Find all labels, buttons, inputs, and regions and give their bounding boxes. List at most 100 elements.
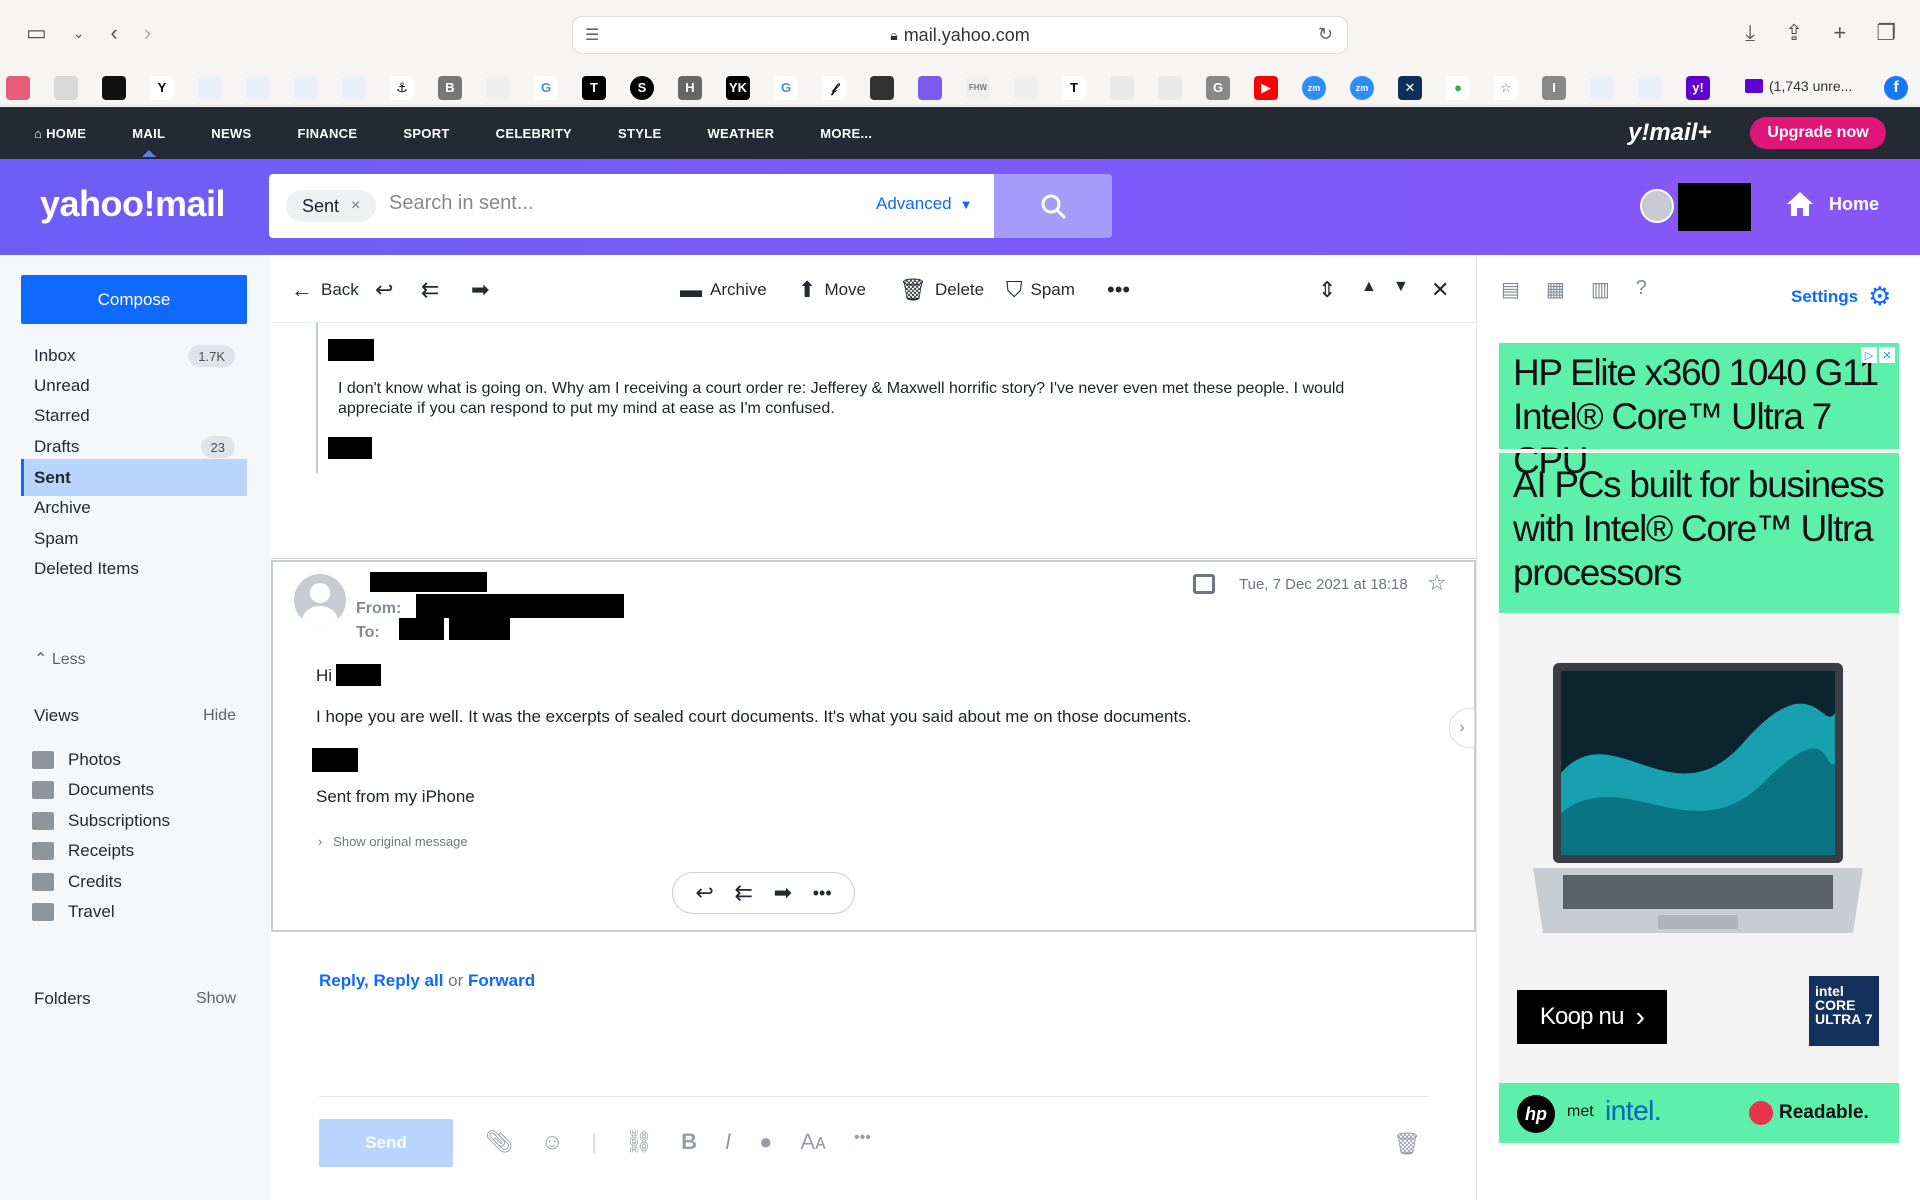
expand-icon[interactable]: ⇕ xyxy=(1318,279,1336,301)
download-icon[interactable]: ⤓ xyxy=(1745,20,1755,46)
back-nav-icon[interactable]: ‹ xyxy=(111,20,118,46)
bookmark-icon[interactable]: G xyxy=(1206,75,1230,100)
bookmark-icon[interactable]: I xyxy=(1542,75,1566,100)
reply-all-icon[interactable]: ⇇ xyxy=(734,880,752,906)
bookmark-icon[interactable]: S xyxy=(630,75,654,100)
search-button[interactable] xyxy=(994,174,1112,238)
view-item-credits[interactable]: Credits xyxy=(32,867,122,897)
chip-remove-icon[interactable]: × xyxy=(351,197,360,215)
star-icon[interactable]: ☆ xyxy=(1427,570,1447,596)
forward-nav-icon[interactable]: › xyxy=(144,20,151,46)
bookmark-icon[interactable]: T xyxy=(1062,75,1086,100)
sidebar-item-deleted-items[interactable]: Deleted Items xyxy=(21,550,247,587)
search-input[interactable] xyxy=(389,192,849,215)
view-item-subscriptions[interactable]: Subscriptions xyxy=(32,806,170,836)
view-item-travel[interactable]: Travel xyxy=(32,897,115,927)
bookmark-icon[interactable]: ⚓︎ xyxy=(390,75,414,100)
bookmark-icon[interactable]: T xyxy=(582,75,606,100)
bookmark-icon[interactable] xyxy=(342,75,366,100)
nav-item-finance[interactable]: FINANCE xyxy=(297,126,357,141)
nav-item-mail[interactable]: MAIL xyxy=(132,126,165,157)
bookmark-icon[interactable] xyxy=(6,75,30,100)
less-toggle[interactable]: ⌃ Less xyxy=(34,649,86,669)
color-icon[interactable]: ● xyxy=(759,1129,772,1155)
close-icon[interactable]: ✕ xyxy=(1879,347,1895,363)
bookmark-icon[interactable] xyxy=(1638,75,1662,100)
help-icon[interactable]: ? xyxy=(1636,277,1647,302)
bookmark-icon[interactable] xyxy=(918,75,942,100)
bookmark-icon[interactable] xyxy=(102,75,126,100)
adchoices-icon[interactable]: ▷ xyxy=(1861,347,1877,363)
nav-item-style[interactable]: STYLE xyxy=(618,126,661,141)
facebook-icon[interactable]: f xyxy=(1884,76,1908,100)
show-original-toggle[interactable]: › Show original message xyxy=(318,834,468,849)
print-icon[interactable] xyxy=(1193,574,1215,594)
forward-link[interactable]: Forward xyxy=(468,971,535,990)
emoji-icon[interactable]: ☺ xyxy=(541,1129,563,1155)
bookmark-icon[interactable]: 𝒻 xyxy=(822,75,846,100)
bookmark-icon[interactable]: G xyxy=(774,75,798,100)
home-button[interactable]: Home xyxy=(1785,189,1879,219)
nav-item-weather[interactable]: WEATHER xyxy=(707,126,774,141)
bookmark-icon[interactable]: FHW xyxy=(966,75,990,100)
more-icon[interactable]: ••• xyxy=(1107,279,1130,301)
contacts-icon[interactable]: ▤ xyxy=(1501,277,1520,302)
reload-icon[interactable]: ↻ xyxy=(1318,24,1333,45)
delete-button[interactable]: 🗑︎ Delete xyxy=(899,279,984,301)
advanced-search-button[interactable]: Advanced ▼ xyxy=(876,194,973,214)
calendar-icon[interactable]: ▦ xyxy=(1546,277,1565,302)
compose-button[interactable]: Compose xyxy=(21,275,247,324)
reply-icon[interactable]: ↩ xyxy=(375,279,393,301)
notepad-icon[interactable]: ▥ xyxy=(1591,277,1610,302)
address-bar[interactable]: ☰ 🔒︎ mail.yahoo.com ↻ xyxy=(572,16,1348,54)
bookmark-icon[interactable] xyxy=(1590,75,1614,100)
spam-button[interactable]: ⛉ Spam xyxy=(1006,279,1075,301)
forward-icon[interactable]: ➡ xyxy=(471,279,489,301)
search-chip[interactable]: Sent × xyxy=(286,190,377,222)
bookmark-icon[interactable] xyxy=(1110,75,1134,100)
bookmark-icon[interactable]: G xyxy=(534,75,558,100)
reply-icon[interactable]: ↩ xyxy=(695,880,713,906)
bookmark-icon[interactable]: ● xyxy=(1446,75,1470,100)
bookmark-icon[interactable]: YK xyxy=(726,75,750,100)
nav-item-celebrity[interactable]: CELEBRITY xyxy=(496,126,572,141)
bookmark-icon[interactable]: B xyxy=(438,75,462,100)
view-item-receipts[interactable]: Receipts xyxy=(32,836,134,866)
advertisement[interactable]: HP Elite x360 1040 G11 Intel® Core™ Ultr… xyxy=(1499,343,1899,1143)
bookmark-icon[interactable]: Y xyxy=(150,75,174,100)
back-button[interactable]: ← Back xyxy=(291,279,359,301)
nav-item-news[interactable]: NEWS xyxy=(211,126,251,141)
view-item-documents[interactable]: Documents xyxy=(32,775,154,805)
sidebar-toggle-icon[interactable]: ▭ xyxy=(26,20,47,46)
reply-link[interactable]: Reply xyxy=(319,971,364,990)
nav-item-home[interactable]: ⌂ HOME xyxy=(34,126,86,141)
previous-message-icon[interactable]: ▲ xyxy=(1361,279,1377,295)
view-item-photos[interactable]: Photos xyxy=(32,745,121,775)
archive-button[interactable]: ▬ Archive xyxy=(680,279,767,301)
bookmark-icon[interactable] xyxy=(1014,75,1038,100)
bookmark-icon[interactable]: zm xyxy=(1350,75,1374,100)
bookmark-icon[interactable] xyxy=(486,75,510,100)
link-icon[interactable]: ⛓︎ xyxy=(625,1129,653,1155)
bookmark-icon[interactable] xyxy=(198,75,222,100)
ad-choices[interactable]: ▷ ✕ xyxy=(1861,347,1895,363)
buy-now-button[interactable]: Koop nu › xyxy=(1517,990,1667,1044)
upgrade-button[interactable]: Upgrade now xyxy=(1750,117,1886,149)
bookmark-icon[interactable]: ☆ xyxy=(1494,75,1518,100)
chevron-down-icon[interactable]: ⌄ xyxy=(73,25,85,42)
next-message-icon[interactable]: ▼ xyxy=(1393,279,1409,295)
more-icon[interactable]: ••• xyxy=(854,1129,871,1155)
close-icon[interactable]: ✕ xyxy=(1431,279,1449,301)
move-button[interactable]: ⬆ Move xyxy=(798,279,866,301)
views-hide-toggle[interactable]: Hide xyxy=(203,707,236,725)
share-icon[interactable]: ⇪ xyxy=(1785,20,1803,46)
bookmark-icon[interactable] xyxy=(246,75,270,100)
bookmark-icon[interactable]: y! xyxy=(1686,75,1710,100)
bold-icon[interactable]: B xyxy=(681,1129,697,1155)
bookmark-icon[interactable]: ✕ xyxy=(1398,75,1422,100)
forward-icon[interactable]: ➡ xyxy=(774,880,792,906)
nav-item-more[interactable]: MORE... xyxy=(820,126,872,141)
tabs-overview-icon[interactable]: ❐ xyxy=(1876,20,1896,46)
bookmark-icon[interactable] xyxy=(1158,75,1182,100)
nav-item-sport[interactable]: SPORT xyxy=(403,126,449,141)
